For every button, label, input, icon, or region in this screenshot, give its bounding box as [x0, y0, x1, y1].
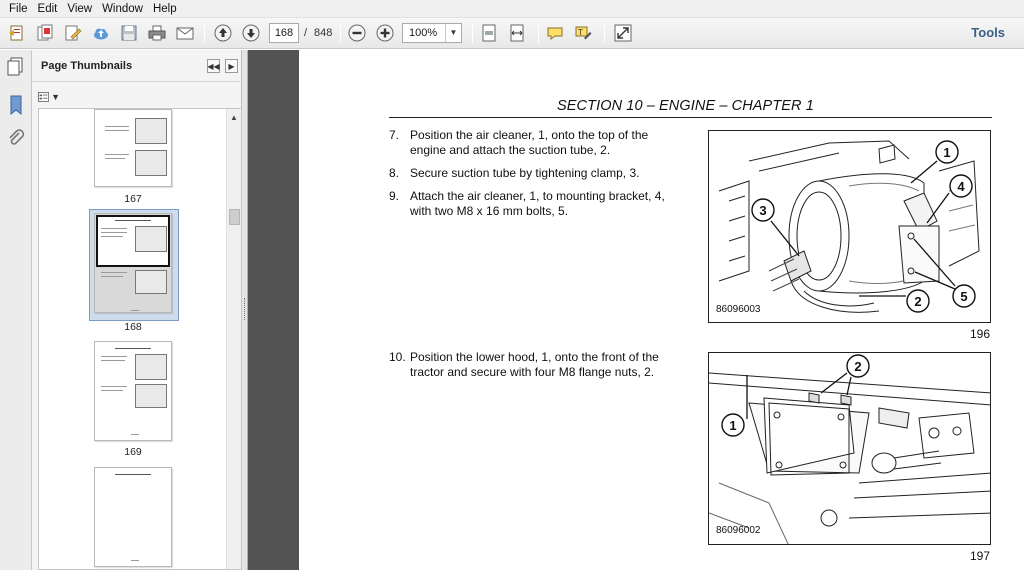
step-item: 10. Position the lower hood, 1, onto the… — [389, 350, 659, 379]
print-icon[interactable] — [146, 22, 168, 44]
section-rule — [389, 117, 992, 118]
page-number-input[interactable]: 168 — [269, 23, 299, 43]
page-thumbnails-icon[interactable] — [6, 56, 26, 78]
bookmarks-icon[interactable] — [6, 94, 26, 116]
navigation-rail — [0, 50, 32, 570]
callout-label: 2 — [914, 294, 921, 309]
thumbnail-label: 168 — [124, 321, 142, 333]
page-total: 848 — [314, 27, 333, 39]
chevron-down-icon[interactable]: ▼ — [445, 24, 461, 42]
zoom-select[interactable]: 100% ▼ — [402, 23, 462, 43]
menu-file[interactable]: File — [4, 0, 33, 18]
combine-files-icon[interactable] — [34, 22, 56, 44]
toolbar-separator — [204, 24, 205, 43]
toolbar-separator — [538, 24, 539, 43]
callout-label: 1 — [943, 145, 950, 160]
highlight-icon[interactable]: T — [572, 22, 594, 44]
fit-page-icon[interactable] — [478, 22, 500, 44]
menu-view[interactable]: View — [62, 0, 97, 18]
figure-code: 86096002 — [716, 525, 761, 536]
thumbnails-scrollbar[interactable]: ▲ — [226, 109, 241, 569]
section-title: SECTION 10 – ENGINE – CHAPTER 1 — [557, 98, 814, 114]
comment-icon[interactable] — [544, 22, 566, 44]
lower-hood-illustration: 1 2 — [709, 354, 990, 544]
zoom-value: 100% — [409, 27, 438, 39]
attachments-icon[interactable] — [6, 128, 26, 150]
scroll-thumb[interactable] — [229, 209, 240, 225]
toolbar-separator — [472, 24, 473, 43]
thumbnails-list: 167 168 169 ▲ — [38, 108, 242, 570]
panel-header: Page Thumbnails ◀◀ ▶ — [32, 50, 242, 82]
callout-label: 2 — [854, 359, 861, 374]
steps-block-1: 7. Position the air cleaner, 1, onto the… — [389, 128, 679, 227]
menu-window[interactable]: Window — [97, 0, 148, 18]
tools-button[interactable]: Tools — [971, 25, 1005, 40]
thumbnail-label: 169 — [124, 446, 142, 458]
thumbnails-panel: Page Thumbnails ◀◀ ▶ ▼ 167 168 169 ▲ — [32, 50, 242, 570]
step-item: 8. Secure suction tube by tightening cla… — [389, 166, 640, 180]
thumbnail-page[interactable] — [94, 109, 172, 187]
figure-number: 196 — [970, 327, 991, 341]
collapse-panel-icon[interactable]: ◀◀ — [207, 59, 220, 73]
scroll-up-icon[interactable]: ▲ — [230, 113, 238, 122]
panel-title: Page Thumbnails — [41, 60, 133, 72]
cloud-upload-icon[interactable] — [90, 22, 112, 44]
email-icon[interactable] — [174, 22, 196, 44]
full-screen-icon[interactable] — [612, 22, 634, 44]
thumbnail-page-current[interactable] — [94, 213, 172, 313]
edit-document-icon[interactable] — [62, 22, 84, 44]
document-view: SECTION 10 – ENGINE – CHAPTER 1 7. Posit… — [248, 50, 1024, 570]
menu-edit[interactable]: Edit — [33, 0, 63, 18]
air-cleaner-illustration: 1 2 3 4 5 — [718, 140, 980, 313]
toolbar-separator — [340, 24, 341, 43]
figure-lower-hood: 1 2 86096002 — [708, 352, 991, 545]
figure-code: 86096003 — [716, 304, 761, 315]
thumbnail-page[interactable] — [94, 467, 172, 567]
svg-text:T: T — [578, 28, 583, 37]
document-page: SECTION 10 – ENGINE – CHAPTER 1 7. Posit… — [299, 50, 1024, 570]
page-separator: / — [304, 27, 308, 39]
fit-width-icon[interactable] — [506, 22, 528, 44]
menu-bar: File Edit View Window Help — [0, 0, 1024, 18]
callout-label: 5 — [960, 289, 967, 304]
toolbar-separator — [604, 24, 605, 43]
thumbnail-options-icon[interactable]: ▼ — [38, 90, 60, 104]
menu-help[interactable]: Help — [148, 0, 182, 18]
step-item: 9. Attach the air cleaner, 1, to mountin… — [389, 189, 665, 218]
save-icon[interactable] — [118, 22, 140, 44]
next-page-icon[interactable] — [240, 22, 262, 44]
create-pdf-icon[interactable] — [6, 22, 28, 44]
steps-block-2: 10. Position the lower hood, 1, onto the… — [389, 350, 679, 388]
callout-label: 3 — [759, 203, 766, 218]
zoom-in-icon[interactable] — [374, 22, 396, 44]
thumbnail-label: 167 — [124, 193, 142, 205]
expand-panel-icon[interactable]: ▶ — [225, 59, 238, 73]
step-item: 7. Position the air cleaner, 1, onto the… — [389, 128, 649, 157]
figure-air-cleaner: 1 2 3 4 5 86096003 — [708, 130, 991, 323]
figure-number: 197 — [970, 549, 991, 563]
zoom-out-icon[interactable] — [346, 22, 368, 44]
callout-label: 1 — [729, 418, 736, 433]
callout-label: 4 — [957, 179, 965, 194]
previous-page-icon[interactable] — [212, 22, 234, 44]
toolbar: 168 / 848 100% ▼ T Tools — [0, 18, 1024, 49]
thumbnail-page[interactable] — [94, 341, 172, 441]
